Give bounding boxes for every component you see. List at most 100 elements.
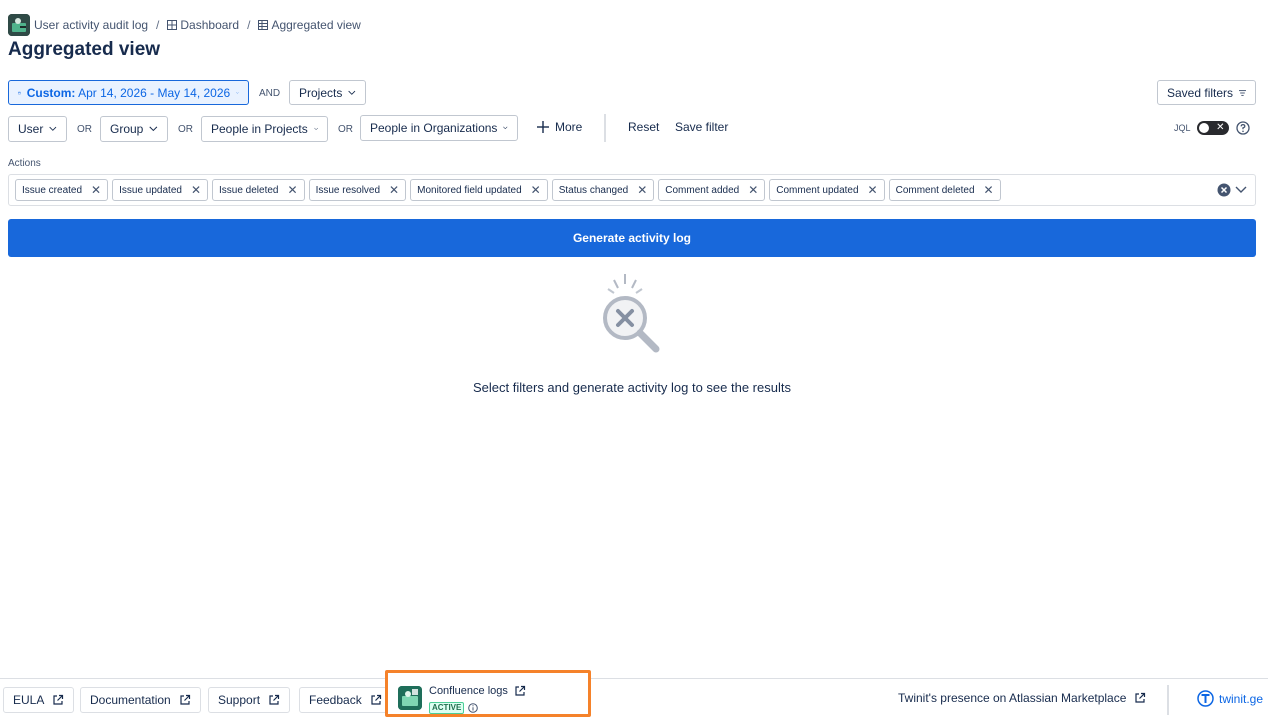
actions-label: Actions	[8, 158, 41, 169]
status-badge-group: ACTIVE	[429, 702, 479, 714]
filter-lines-icon	[1239, 89, 1246, 96]
external-link-icon	[180, 694, 190, 705]
info-icon[interactable]	[468, 703, 479, 713]
remove-tag-icon[interactable]: ✕	[984, 184, 994, 196]
table-icon	[258, 20, 269, 30]
active-badge: ACTIVE	[429, 702, 465, 714]
action-tag-label: Issue deleted	[219, 184, 279, 196]
twinit-logo-icon	[1197, 690, 1214, 707]
confluence-logs-logo-icon	[398, 686, 422, 710]
generate-activity-log-button[interactable]: Generate activity log	[8, 219, 1256, 257]
remove-tag-icon[interactable]: ✕	[637, 184, 647, 196]
calendar-icon	[18, 91, 21, 94]
action-tag: Issue updated ✕	[112, 179, 208, 201]
chevron-down-icon	[348, 90, 356, 95]
support-label: Support	[218, 693, 261, 707]
support-link[interactable]: Support	[208, 687, 291, 713]
remove-tag-icon[interactable]: ✕	[288, 184, 298, 196]
user-dropdown[interactable]: User	[8, 116, 67, 142]
action-tag: Comment deleted ✕	[888, 179, 1001, 201]
external-link-icon	[269, 694, 280, 705]
remove-tag-icon[interactable]: ✕	[389, 184, 399, 196]
remove-tag-icon[interactable]: ✕	[91, 184, 101, 196]
date-range-button[interactable]: Custom: Apr 14, 2026 - May 14, 2026	[8, 80, 249, 105]
remove-tag-icon[interactable]: ✕	[531, 184, 541, 196]
action-tag-label: Issue updated	[119, 184, 182, 196]
chevron-down-icon[interactable]	[1235, 186, 1247, 194]
remove-tag-icon[interactable]: ✕	[868, 184, 878, 196]
chevron-down-icon	[503, 126, 508, 130]
feedback-label: Feedback	[309, 693, 362, 707]
eula-link[interactable]: EULA	[3, 687, 75, 713]
action-tag: Status changed ✕	[551, 179, 655, 201]
empty-state-message: Select filters and generate activity log…	[473, 380, 791, 395]
external-link-icon	[53, 694, 64, 705]
people-in-projects-label: People in Projects	[211, 122, 308, 136]
confluence-logs-label: Confluence logs	[429, 685, 508, 697]
chevron-down-icon	[236, 91, 239, 94]
action-tag: Comment updated ✕	[769, 179, 885, 201]
breadcrumb-separator: /	[247, 18, 251, 32]
confluence-logs-link[interactable]: Confluence logs	[429, 685, 526, 697]
feedback-link[interactable]: Feedback	[299, 687, 392, 713]
group-dropdown[interactable]: Group	[100, 116, 168, 142]
actions-multiselect[interactable]: Issue created ✕ Issue updated ✕ Issue delete…	[8, 174, 1256, 206]
breadcrumb: User activity audit log / Dashboard / Ag…	[8, 14, 361, 36]
clear-all-icon[interactable]	[1217, 183, 1231, 197]
action-tag: Issue deleted ✕	[212, 179, 305, 201]
marketplace-presence-link[interactable]: Twinit's presence on Atlassian Marketpla…	[898, 691, 1146, 705]
action-tag: Monitored field updated ✕	[410, 179, 548, 201]
help-icon[interactable]	[1236, 121, 1250, 135]
action-tag: Issue resolved ✕	[308, 179, 407, 201]
confluence-logs-card[interactable]: Confluence logs ACTIVE	[385, 670, 591, 717]
divider	[604, 114, 606, 142]
breadcrumb-dashboard-label: Dashboard	[180, 18, 240, 32]
breadcrumb-separator: /	[156, 18, 160, 32]
people-in-projects-dropdown[interactable]: People in Projects	[201, 116, 328, 142]
jql-toggle[interactable]: ✕	[1196, 121, 1229, 135]
external-link-icon	[371, 694, 381, 705]
people-in-organizations-dropdown[interactable]: People in Organizations	[360, 115, 518, 141]
date-range-label: Apr 14, 2026 - May 14, 2026	[78, 85, 231, 100]
remove-tag-icon[interactable]: ✕	[191, 184, 201, 196]
chevron-down-icon	[149, 126, 158, 132]
action-tag-label: Comment deleted	[895, 184, 975, 196]
more-filters-button[interactable]: More	[537, 120, 582, 134]
breadcrumb-dashboard-link[interactable]: Dashboard	[167, 18, 239, 32]
twinit-link[interactable]: twinit.ge	[1197, 690, 1263, 707]
search-error-icon	[603, 274, 660, 353]
breadcrumb-current: Aggregated view	[258, 18, 361, 32]
more-label: More	[555, 120, 583, 134]
projects-dropdown[interactable]: Projects	[289, 80, 366, 105]
date-range-prefix: Custom:	[26, 85, 76, 100]
divider	[1167, 685, 1169, 715]
action-tag: Issue created ✕	[15, 179, 109, 201]
jql-label: JQL	[1174, 123, 1191, 133]
breadcrumb-current-label: Aggregated view	[271, 18, 361, 32]
chevron-down-icon	[313, 127, 318, 131]
action-tag-label: Comment added	[665, 184, 740, 196]
or-operator: OR	[338, 124, 353, 135]
action-tag-label: Monitored field updated	[417, 184, 522, 196]
reset-button[interactable]: Reset	[628, 120, 659, 134]
marketplace-presence-label: Twinit's presence on Atlassian Marketpla…	[898, 691, 1127, 705]
action-tag-label: Comment updated	[776, 184, 859, 196]
documentation-link[interactable]: Documentation	[80, 687, 201, 713]
breadcrumb-app-link[interactable]: User activity audit log	[34, 18, 148, 32]
save-filter-button[interactable]: Save filter	[675, 120, 728, 134]
remove-tag-icon[interactable]: ✕	[748, 184, 758, 196]
saved-filters-button[interactable]: Saved filters	[1157, 80, 1256, 105]
close-icon: ✕	[1216, 122, 1225, 133]
external-link-icon	[515, 685, 525, 696]
plus-icon	[537, 121, 549, 133]
group-label: Group	[110, 122, 144, 136]
or-operator: OR	[178, 124, 193, 135]
twinit-label: twinit.ge	[1219, 691, 1264, 706]
action-tag-label: Issue resolved	[315, 184, 381, 196]
page-title: Aggregated view	[8, 39, 161, 60]
chevron-down-icon	[49, 126, 57, 131]
toggle-knob	[1198, 123, 1209, 133]
app-logo-icon	[8, 14, 30, 36]
external-link-icon	[1135, 692, 1146, 703]
actions-tag-list: Issue created ✕ Issue updated ✕ Issue delete…	[15, 179, 1001, 201]
